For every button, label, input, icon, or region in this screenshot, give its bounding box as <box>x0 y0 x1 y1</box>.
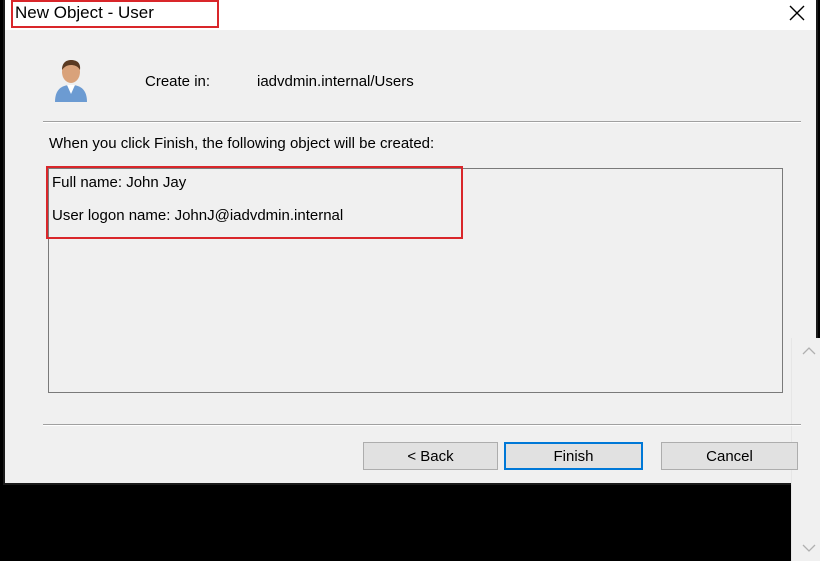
bottom-separator <box>43 424 801 426</box>
chevron-up-icon[interactable] <box>802 346 816 356</box>
user-avatar-icon <box>55 60 87 102</box>
create-in-label: Create in: <box>145 73 211 90</box>
cancel-button[interactable]: Cancel <box>661 442 798 470</box>
chevron-down-icon[interactable] <box>802 543 816 553</box>
create-in-path: iadvdmin.internal/Users <box>257 73 414 90</box>
dialog-window: New Object - User Create in: iadvdmin.in… <box>3 0 820 561</box>
summary-intro-text: When you click Finish, the following obj… <box>49 135 435 152</box>
finish-button[interactable]: Finish <box>504 442 643 470</box>
summary-highlight-box <box>46 166 463 239</box>
title-bar: New Object - User <box>5 0 816 30</box>
close-icon <box>789 5 805 21</box>
window-title: New Object - User <box>15 3 154 22</box>
close-button[interactable] <box>782 0 812 26</box>
back-button[interactable]: < Back <box>363 442 498 470</box>
top-separator <box>43 121 801 123</box>
